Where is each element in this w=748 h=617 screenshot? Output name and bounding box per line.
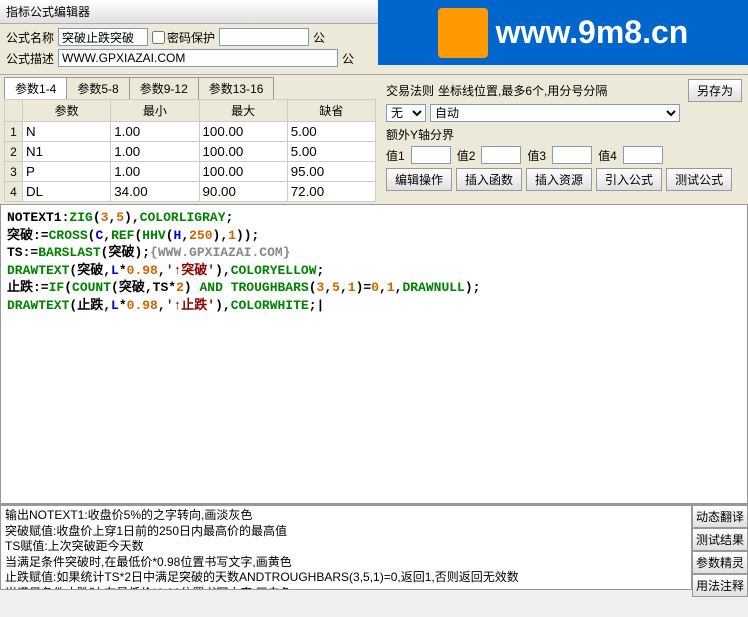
table-row: 1 <box>5 122 376 142</box>
table-row: 4 <box>5 182 376 202</box>
formula-code-editor[interactable]: NOTEXT1:ZIG(3,5),COLORLIGRAY; 突破:=CROSS(… <box>0 204 748 504</box>
rule-panel: 交易法则 坐标线位置,最多6个,用分号分隔 另存为 无 自动 额外Y轴分界 值1… <box>380 75 748 204</box>
side-buttons: 动态翻译 测试结果 参数精灵 用法注释 <box>692 505 748 597</box>
param-max-input[interactable] <box>200 122 287 141</box>
val4-input[interactable] <box>623 146 663 164</box>
tab-params-9-12[interactable]: 参数9-12 <box>129 77 199 99</box>
desc-label: 公式描述 <box>6 50 54 67</box>
rule-select-2[interactable]: 自动 <box>430 104 680 122</box>
col-def: 缺省 <box>287 100 375 122</box>
param-def-input[interactable] <box>288 182 375 201</box>
edit-op-button[interactable]: 编辑操作 <box>386 168 452 191</box>
desc-input[interactable] <box>58 49 338 67</box>
param-table: 参数 最小 最大 缺省 1 2 3 4 <box>4 99 376 202</box>
gong-label-1: 公 <box>313 29 325 46</box>
formula-name-input[interactable] <box>58 28 148 46</box>
save-as-button[interactable]: 另存为 <box>688 79 742 102</box>
val3-input[interactable] <box>552 146 592 164</box>
password-input[interactable] <box>219 28 309 46</box>
tab-params-5-8[interactable]: 参数5-8 <box>66 77 129 99</box>
watermark-text: www.9m8.cn <box>496 14 689 51</box>
param-def-input[interactable] <box>288 122 375 141</box>
param-min-input[interactable] <box>111 122 198 141</box>
param-def-input[interactable] <box>288 162 375 181</box>
extra-y-label: 额外Y轴分界 <box>386 126 742 143</box>
test-result-button[interactable]: 测试结果 <box>692 528 748 551</box>
rule-select-1[interactable]: 无 <box>386 104 426 122</box>
param-name-input[interactable] <box>23 182 110 201</box>
insert-fn-button[interactable]: 插入函数 <box>456 168 522 191</box>
password-label: 密码保护 <box>167 29 215 46</box>
param-max-input[interactable] <box>200 162 287 181</box>
watermark-logo-icon <box>438 8 488 58</box>
param-name-input[interactable] <box>23 162 110 181</box>
usage-notes-button[interactable]: 用法注释 <box>692 574 748 597</box>
col-max: 最大 <box>199 100 287 122</box>
name-label: 公式名称 <box>6 29 54 46</box>
param-max-input[interactable] <box>200 182 287 201</box>
dynamic-translate-button[interactable]: 动态翻译 <box>692 505 748 528</box>
param-wizard-button[interactable]: 参数精灵 <box>692 551 748 574</box>
watermark-overlay: www.9m8.cn <box>378 0 748 65</box>
ref-formula-button[interactable]: 引入公式 <box>596 168 662 191</box>
param-min-input[interactable] <box>111 182 198 201</box>
val2-input[interactable] <box>481 146 521 164</box>
param-def-input[interactable] <box>288 142 375 161</box>
tab-params-1-4[interactable]: 参数1-4 <box>4 77 67 99</box>
explanation-panel: 输出NOTEXT1:收盘价5%的之字转向,画淡灰色 突破赋值:收盘价上穿1日前的… <box>0 505 692 590</box>
rule-label: 交易法则 <box>386 82 434 99</box>
param-min-input[interactable] <box>111 142 198 161</box>
col-param: 参数 <box>23 100 111 122</box>
tab-params-13-16[interactable]: 参数13-16 <box>198 77 275 99</box>
param-name-input[interactable] <box>23 142 110 161</box>
param-name-input[interactable] <box>23 122 110 141</box>
param-max-input[interactable] <box>200 142 287 161</box>
rule-hint: 坐标线位置,最多6个,用分号分隔 <box>438 82 607 99</box>
gong-label-2: 公 <box>342 50 354 67</box>
table-row: 2 <box>5 142 376 162</box>
val1-input[interactable] <box>411 146 451 164</box>
col-min: 最小 <box>111 100 199 122</box>
password-checkbox[interactable] <box>152 31 165 44</box>
test-formula-button[interactable]: 测试公式 <box>666 168 732 191</box>
param-min-input[interactable] <box>111 162 198 181</box>
param-panel: 参数1-4 参数5-8 参数9-12 参数13-16 参数 最小 最大 缺省 1… <box>0 75 380 204</box>
table-row: 3 <box>5 162 376 182</box>
param-tabs: 参数1-4 参数5-8 参数9-12 参数13-16 <box>4 77 376 99</box>
insert-res-button[interactable]: 插入资源 <box>526 168 592 191</box>
